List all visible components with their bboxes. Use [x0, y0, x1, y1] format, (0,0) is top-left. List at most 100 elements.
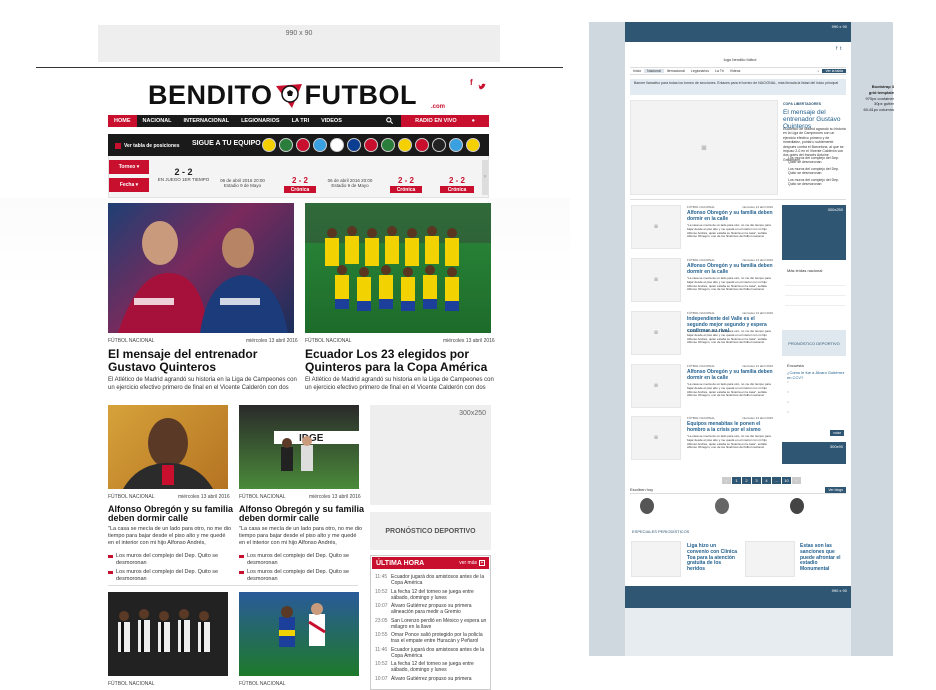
pagination-page[interactable]: 2: [742, 477, 751, 484]
pagination-prev[interactable]: ‹: [722, 477, 731, 484]
grid-nav-item[interactable]: La Tri: [712, 69, 727, 73]
team-shield-icon[interactable]: [364, 138, 378, 152]
card-photo-2[interactable]: IDGE: [239, 405, 359, 489]
card-related-link[interactable]: Los muros del complejo del Dep. Quito se…: [239, 553, 364, 566]
match-cell[interactable]: 2 - 2 Crónica: [378, 161, 434, 195]
grid-nav-item[interactable]: Inicio: [630, 69, 644, 73]
nav-nacional[interactable]: NACIONAL: [137, 118, 178, 124]
card-section-1[interactable]: FÚTBOL NACIONAL: [108, 494, 155, 500]
grid-nav-table[interactable]: Ver la tabla: [822, 69, 846, 73]
grid-feature-link[interactable]: Los muros del complejo del Dep. Quito se…: [783, 178, 847, 187]
torneo-select[interactable]: Torneo ▾: [109, 160, 149, 174]
grid-especial-image[interactable]: [745, 541, 795, 577]
team-shield-icon[interactable]: [262, 138, 276, 152]
pagination-page[interactable]: 3: [752, 477, 761, 484]
grid-item-label[interactable]: FÚTBOL NACIONAL: [687, 258, 715, 262]
card-headline-1[interactable]: Alfonso Obregón y su familia deben dormi…: [108, 504, 233, 524]
grid-item-title[interactable]: Alfonso Obregón y su familia deben dormi…: [687, 369, 777, 382]
grid-search-icon[interactable]: ⌕: [815, 69, 823, 73]
card-related-link[interactable]: Los muros del complejo del Dep. Quito se…: [108, 569, 233, 582]
grid-item-image[interactable]: ◙: [631, 258, 681, 302]
team-shield-icon[interactable]: [347, 138, 361, 152]
ultima-hora-item[interactable]: 23:05 San Lorenzo perdió en México y espe…: [375, 618, 487, 631]
grid-item-title[interactable]: Alfonso Obregón y su familia deben dormi…: [687, 210, 777, 223]
team-shield-icon[interactable]: [415, 138, 429, 152]
radio-live-button[interactable]: RADIO EN VIVO ●: [401, 115, 489, 127]
card-related-link[interactable]: Los muros del complejo del Dep. Quito se…: [239, 569, 364, 582]
grid-feature-link[interactable]: Los muros del complejo del Dep. Quito se…: [783, 167, 847, 176]
poll-radio-option[interactable]: ○: [787, 380, 845, 391]
team-shield-icon[interactable]: [398, 138, 412, 152]
team-shield-icon[interactable]: [330, 138, 344, 152]
grid-item-image[interactable]: ◙: [631, 364, 681, 408]
card-section-4[interactable]: FÚTBOL NACIONAL: [239, 681, 286, 687]
grid-mas-leidas-item[interactable]: [785, 276, 845, 286]
cronica-button[interactable]: Crónica: [440, 186, 474, 193]
pagination-page[interactable]: 1: [732, 477, 741, 484]
pagination-page[interactable]: 4: [762, 477, 771, 484]
featured-headline-1[interactable]: El mensaje del entrenador Gustavo Quinte…: [108, 348, 298, 373]
featured-photo-1[interactable]: [108, 203, 294, 333]
grid-item-label[interactable]: FÚTBOL NACIONAL: [687, 364, 715, 368]
standings-button[interactable]: Ver tabla de posiciones: [115, 140, 187, 151]
top-ad-banner[interactable]: 990 x 90: [98, 25, 500, 62]
featured-section-1[interactable]: FÚTBOL NACIONAL: [108, 338, 155, 344]
grid-item-title[interactable]: Alfonso Obregón y su familia deben dormi…: [687, 263, 777, 276]
grid-especial-title[interactable]: Liga hizo un convenio con Clínica Toa pa…: [687, 543, 739, 573]
grid-banner[interactable]: Banner llamativo para todas los torneo d…: [630, 79, 846, 95]
match-cell[interactable]: 06 de abril 2016 20:00 Estadio 9 de Mayo: [215, 161, 270, 195]
side-ad-300x250[interactable]: 300x250: [370, 405, 491, 505]
grid-item-image[interactable]: ◙: [631, 416, 681, 460]
nav-home[interactable]: HOME: [108, 115, 137, 127]
card-photo-4[interactable]: [239, 592, 359, 676]
search-icon[interactable]: [378, 116, 401, 126]
grid-side-ad2[interactable]: 300x90: [782, 442, 846, 464]
grid-especial-title[interactable]: Estas son las sanciones que puede afront…: [800, 543, 848, 573]
team-shield-icon[interactable]: [279, 138, 293, 152]
grid-logo[interactable]: logo bendito fútbol: [700, 57, 780, 62]
match-cell[interactable]: 06 de abril 2016 20:00 Estadio 9 de Mayo: [322, 161, 378, 195]
facebook-icon[interactable]: f: [470, 78, 473, 87]
grid-columnist[interactable]: [790, 498, 804, 514]
poll-radio-option[interactable]: ○: [787, 390, 845, 401]
grid-item-image[interactable]: ◙: [631, 205, 681, 249]
grid-columnist[interactable]: [640, 498, 654, 514]
match-cell[interactable]: 2 - 2 Crónica: [432, 161, 482, 195]
twitter-icon[interactable]: [478, 78, 486, 90]
ultima-hora-item[interactable]: 11:45 Ecuador jugará dos amistosos antes …: [375, 574, 487, 587]
card-photo-3[interactable]: [108, 592, 228, 676]
team-shield-icon[interactable]: [449, 138, 463, 152]
grid-item-title[interactable]: Equipos menabitas le ponen el hombro a l…: [687, 421, 777, 434]
nav-legionarios[interactable]: LEGIONARIOS: [235, 118, 286, 124]
team-shield-icon[interactable]: [432, 138, 446, 152]
match-cell[interactable]: 2 - 2 Crónica: [270, 161, 330, 195]
grid-columnist[interactable]: [715, 498, 729, 514]
grid-item-label[interactable]: FÚTBOL NACIONAL: [687, 205, 715, 209]
cronica-button[interactable]: Crónica: [284, 186, 316, 193]
grid-nav-item[interactable]: Iternacional: [664, 69, 688, 73]
grid-pronostico[interactable]: PRONÓSTICO DEPORTIVO: [782, 330, 846, 356]
grid-mas-leidas-item[interactable]: [785, 306, 845, 316]
grid-feature-image[interactable]: ◙: [630, 100, 778, 195]
grid-feature-label[interactable]: COPA LIBERTADORES: [783, 102, 821, 106]
grid-bottom-ad[interactable]: 990 x 90: [625, 586, 851, 608]
grid-mas-leidas-item[interactable]: [785, 296, 845, 306]
nav-internacional[interactable]: INTERNACIONAL: [178, 118, 236, 124]
match-cell[interactable]: 2 - 2 EN JUEGO 1ER TIEMPO: [156, 161, 211, 195]
card-related-link[interactable]: Los muros del complejo del Dep. Quito se…: [108, 553, 233, 566]
pronostico-box[interactable]: PRONÓSTICO DEPORTIVO: [370, 512, 491, 550]
grid-item-image[interactable]: ◙: [631, 311, 681, 355]
card-section-3[interactable]: FÚTBOL NACIONAL: [108, 681, 155, 687]
ver-mas-link[interactable]: ver más +: [459, 560, 485, 566]
team-shield-icon[interactable]: [313, 138, 327, 152]
ultima-hora-item[interactable]: 10:52 La fecha 12 del torneo se juega ent…: [375, 661, 487, 674]
nav-videos[interactable]: VIDEOS: [315, 118, 348, 124]
grid-nav-item[interactable]: Legionarios: [688, 69, 712, 73]
grid-especial-image[interactable]: [631, 541, 681, 577]
grid-feature-link[interactable]: Los muros del complejo del Dep. Quito se…: [783, 156, 847, 165]
team-shield-icon[interactable]: [466, 138, 480, 152]
grid-side-ad[interactable]: 300x250: [782, 205, 846, 260]
ultima-hora-item[interactable]: 11:46 Ecuador jugará dos amistosos antes …: [375, 647, 487, 660]
grid-nav-item[interactable]: Nacional: [644, 69, 664, 73]
team-shield-icon[interactable]: [296, 138, 310, 152]
